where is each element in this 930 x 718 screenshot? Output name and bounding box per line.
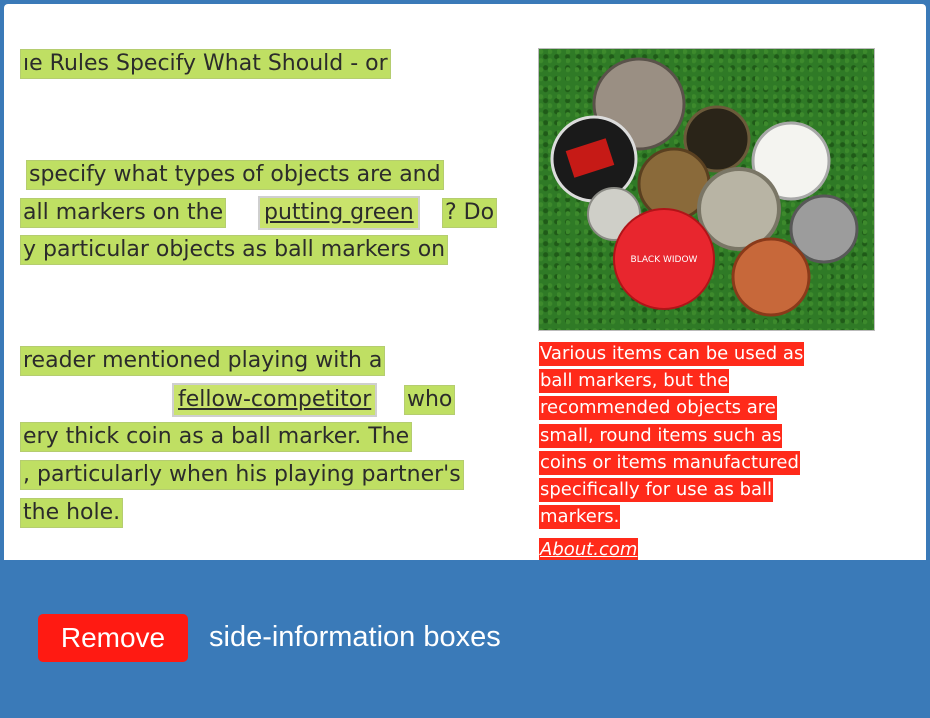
paragraph-line: ery thick coin as a ball marker. The [20, 422, 413, 452]
paragraph-line: , particularly when his playing partner'… [20, 460, 464, 490]
article-heading: ıe Rules Specify What Should - or [20, 49, 391, 79]
ball-markers-illustration: BLACK WIDOW [550, 57, 859, 317]
marker-logo-text: BLACK WIDOW [631, 255, 698, 265]
paragraph-line: y particular objects as ball markers on [20, 235, 449, 265]
action-bar: Remove side-information boxes [0, 560, 930, 718]
ball-markers-photo: BLACK WIDOW [538, 48, 875, 331]
paragraph-line: specify what types of objects are and [26, 160, 444, 190]
caption-line: ball markers, but the [539, 369, 730, 393]
paragraph-line: the hole. [20, 498, 124, 528]
putting-green-link[interactable]: putting green [258, 196, 420, 230]
page-preview: ıe Rules Specify What Should - or specif… [4, 4, 926, 560]
paragraph-line: ? Do [442, 198, 498, 228]
paragraph-line: reader mentioned playing with a [20, 346, 386, 376]
remove-button[interactable]: Remove [38, 614, 188, 662]
caption-line: Various items can be used as [539, 342, 805, 366]
paragraph-line: who [404, 385, 456, 415]
caption-line: coins or items manufactured [539, 451, 800, 475]
app-frame: ıe Rules Specify What Should - or specif… [0, 0, 930, 718]
caption-line: small, round items such as [539, 424, 783, 448]
source-link[interactable]: About.com [539, 538, 639, 560]
fellow-competitor-link[interactable]: fellow-competitor [171, 383, 378, 417]
caption-line: recommended objects are [539, 396, 777, 420]
action-target-label: side-information boxes [209, 621, 501, 653]
caption-line: specifically for use as ball [539, 478, 774, 502]
paragraph-line: all markers on the [20, 198, 227, 228]
caption-line: markers. [539, 505, 621, 529]
